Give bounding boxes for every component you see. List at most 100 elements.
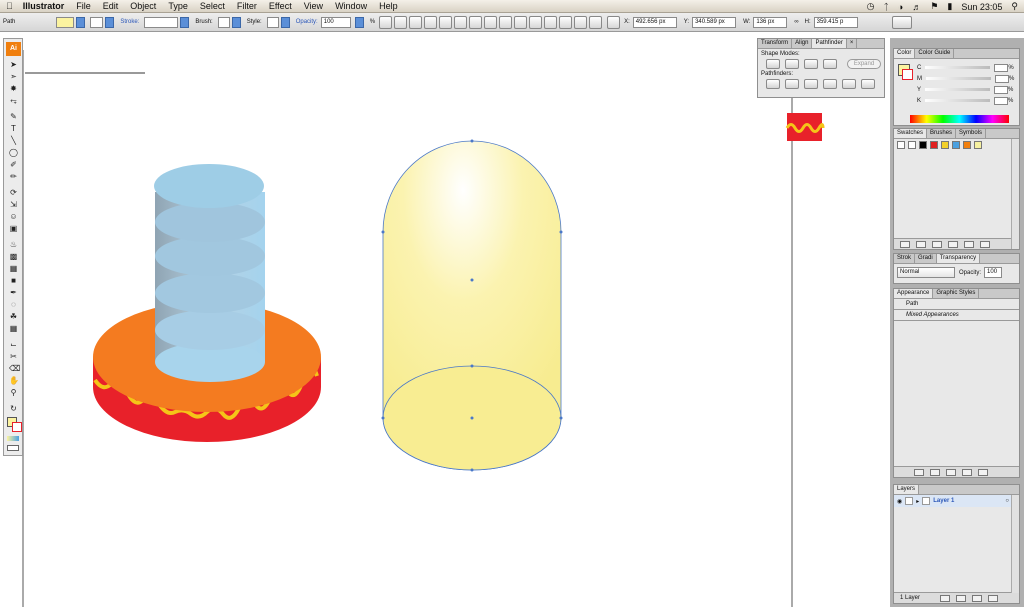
minus-front-button[interactable] [785,59,799,69]
live-paint-selection-tool-icon[interactable]: ▦ [9,325,18,333]
channel-c-input[interactable] [994,63,1009,72]
direct-selection-tool-icon[interactable]: ➣ [9,73,18,81]
screw-artwork[interactable] [93,164,321,442]
tab-symbols[interactable]: Symbols [956,129,987,138]
lock-toggle[interactable] [905,497,914,505]
paintbrush-tool-icon[interactable]: ✐ [9,161,18,169]
appearance-path-row[interactable]: Path [894,299,1019,310]
eraser-tool-icon[interactable]: ⌫ [9,365,20,373]
channel-c-slider[interactable] [925,66,991,69]
tab-brushes[interactable]: Brushes [927,129,957,138]
stroke-proxy[interactable] [902,69,913,80]
eyedropper-tool-icon[interactable]: ✒ [9,289,18,297]
swatches-scrollbar[interactable] [1011,139,1019,249]
swatch-blue[interactable] [951,141,960,149]
pattern-swatch-artwork[interactable] [785,113,825,141]
intersect-button[interactable] [804,59,818,69]
tab-stroke[interactable]: Strok [894,254,916,263]
swatch-options-icon[interactable] [932,240,942,248]
swatch-none[interactable] [897,141,905,149]
type-tool-icon[interactable]: T [9,125,18,133]
hand-tool-icon[interactable]: ✋ [9,377,19,385]
unite-button[interactable] [766,59,780,69]
color-spectrum[interactable] [910,115,1009,123]
trash-icon[interactable] [980,240,990,248]
tab-graphic-styles[interactable]: Graphic Styles [933,289,980,298]
expand-button[interactable]: Expand [847,59,881,69]
clear-appearance-icon[interactable] [930,468,940,476]
appearance-trash-icon[interactable] [978,468,988,476]
swatch-black[interactable] [918,141,927,149]
trim-button[interactable] [785,79,799,89]
channel-k-slider[interactable] [925,99,991,102]
new-swatch-icon[interactable] [964,240,974,248]
new-sublayer-icon[interactable] [956,594,967,602]
delete-layer-icon[interactable] [988,594,999,602]
duplicate-item-icon[interactable] [962,468,972,476]
bulb-artwork[interactable] [381,139,563,472]
slice-tool-icon[interactable]: ✂ [9,353,18,361]
swap-colors-icon[interactable]: ↻ [9,405,18,413]
tab-transform[interactable]: Transform [758,39,793,48]
swatch-yellow[interactable] [940,141,949,149]
close-icon[interactable]: × [847,39,858,48]
color-mode-icon[interactable] [7,436,19,441]
gradient-tool-icon[interactable]: ■ [9,277,18,285]
swatch-library-icon[interactable] [900,240,910,248]
expand-triangle-icon[interactable]: ▸ [916,498,919,505]
swatch-registration[interactable] [907,141,916,149]
rotate-tool-icon[interactable]: ⟳ [9,189,18,197]
blend-tool-icon[interactable]: ◌ [9,301,18,309]
tab-gradient[interactable]: Gradi [915,254,937,263]
layers-scrollbar[interactable] [1011,495,1019,593]
ellipse-tool-icon[interactable]: ◯ [9,149,18,157]
channel-y-input[interactable] [994,85,1009,94]
crop-button[interactable] [823,79,837,89]
swatch-red[interactable] [929,141,938,149]
divide-button[interactable] [766,79,780,89]
symbol-sprayer-tool-icon[interactable]: ♨ [9,241,18,249]
new-art-basic-icon[interactable] [914,468,924,476]
merge-button[interactable] [804,79,818,89]
lasso-tool-icon[interactable]: ⥆ [9,97,18,105]
swatch-pale-yellow[interactable] [973,141,982,149]
scale-tool-icon[interactable]: ⇲ [9,201,18,209]
transparency-opacity-field[interactable]: 100 [984,267,1003,278]
exclude-button[interactable] [823,59,837,69]
mesh-tool-icon[interactable]: ▦ [9,265,18,273]
crop-tool-icon[interactable]: ⌙ [9,341,18,349]
appearance-mixed-row[interactable]: Mixed Appearances [894,310,1019,321]
zoom-tool-icon[interactable]: ⚲ [9,389,18,397]
layer-row[interactable]: ◉ ▸ Layer 1 ○ [894,495,1019,507]
tab-transparency[interactable]: Transparency [936,254,981,263]
layer-name[interactable]: Layer 1 [933,498,954,504]
screen-mode-icon[interactable] [7,445,19,451]
tab-swatches[interactable]: Swatches [894,129,928,138]
selection-tool-icon[interactable]: ➤ [9,61,18,69]
show-kinds-icon[interactable] [916,240,926,248]
minus-back-button[interactable] [861,79,875,89]
reduce-basic-icon[interactable] [946,468,956,476]
tab-align[interactable]: Align [792,39,813,48]
warp-tool-icon[interactable]: ☺ [9,213,18,221]
visibility-eye-icon[interactable]: ◉ [897,498,902,505]
channel-m-input[interactable] [995,74,1009,83]
tab-color-guide[interactable]: Color Guide [915,49,955,58]
channel-m-slider[interactable] [926,77,991,80]
tab-layers[interactable]: Layers [894,485,920,494]
magic-wand-tool-icon[interactable]: ✸ [9,85,18,93]
target-icon[interactable]: ○ [1005,498,1009,504]
pen-tool-icon[interactable]: ✎ [9,113,18,121]
outline-button[interactable] [842,79,856,89]
free-transform-tool-icon[interactable]: ▣ [9,225,18,233]
channel-k-input[interactable] [994,96,1009,105]
graph-tool-icon[interactable]: ▩ [9,253,18,261]
new-layer-icon[interactable] [972,594,983,602]
live-paint-tool-icon[interactable]: ☘ [9,313,18,321]
blend-mode-select[interactable]: Normal [897,267,955,278]
tab-pathfinder[interactable]: Pathfinder [812,39,847,48]
line-tool-icon[interactable]: ╲ [9,137,18,145]
stroke-color-box[interactable] [12,422,22,432]
channel-y-slider[interactable] [925,88,991,91]
tab-color[interactable]: Color [894,49,916,58]
